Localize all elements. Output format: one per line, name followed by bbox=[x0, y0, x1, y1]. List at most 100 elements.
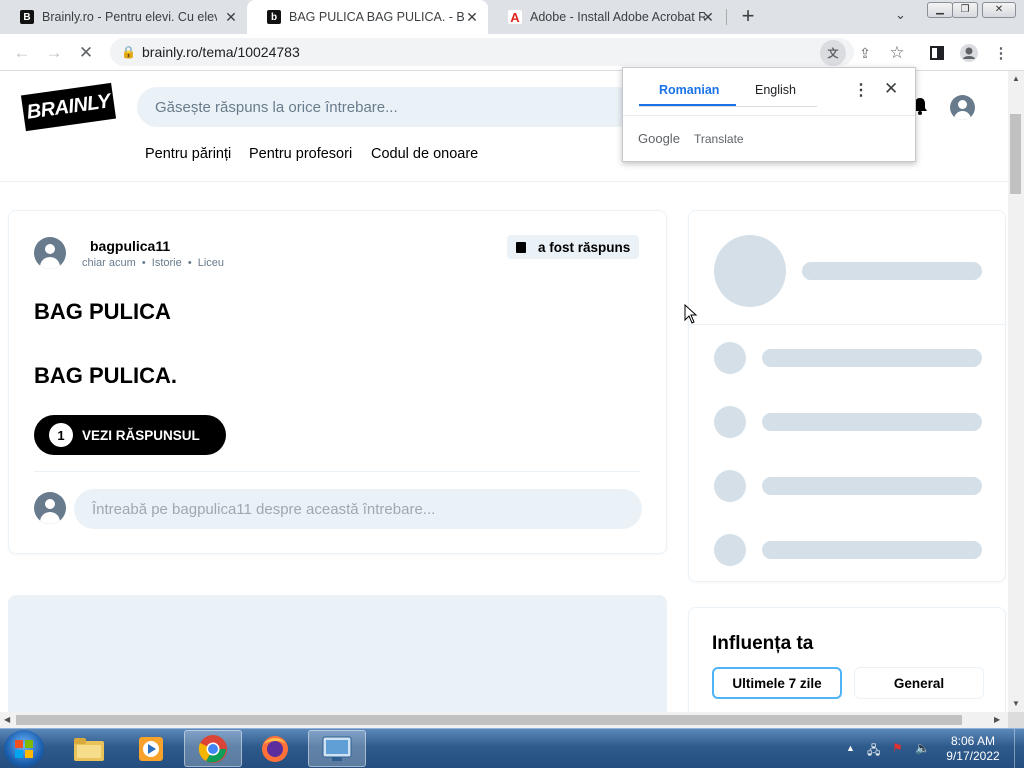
see-answer-label: VEZI RĂSPUNSUL bbox=[82, 427, 200, 443]
brainly-favicon-icon: b bbox=[267, 10, 281, 24]
horizontal-scroll-thumb[interactable] bbox=[16, 715, 962, 725]
new-tab-button[interactable]: + bbox=[737, 5, 759, 27]
adobe-favicon-icon: A bbox=[508, 10, 522, 25]
question-meta: chiar acum • Istorie • Liceu bbox=[82, 257, 225, 269]
tab-separator bbox=[726, 9, 727, 25]
skeleton-avatar bbox=[714, 470, 746, 502]
tab-underline bbox=[639, 106, 817, 107]
translate-label: Translate bbox=[694, 132, 744, 146]
windows-taskbar: ▲ 🖧 ⚑ 🔈 8:06 AM 9/17/2022 bbox=[0, 728, 1024, 769]
skeleton-line bbox=[762, 541, 982, 559]
author-avatar-icon[interactable] bbox=[34, 237, 66, 269]
header-divider bbox=[0, 181, 1008, 182]
bookmark-star-icon[interactable]: ☆ bbox=[884, 40, 910, 66]
clock-date: 9/17/2022 bbox=[946, 749, 1000, 763]
influence-card: Influența ta Ultimele 7 zile General bbox=[688, 607, 1006, 712]
sidebar-skeleton-card bbox=[688, 210, 1006, 582]
chrome-taskbar-icon[interactable] bbox=[184, 730, 242, 767]
file-explorer-icon[interactable] bbox=[60, 730, 118, 767]
influence-title: Influența ta bbox=[712, 633, 814, 654]
nav-teachers[interactable]: Pentru profesori bbox=[249, 146, 352, 162]
scroll-up-arrow-icon[interactable]: ▲ bbox=[1012, 74, 1020, 83]
show-desktop-button[interactable] bbox=[1014, 729, 1024, 769]
ask-author-input[interactable]: Întreabă pe bagpulica11 despre această î… bbox=[74, 489, 642, 529]
question-card: bagpulica11 chiar acum • Istorie • Liceu… bbox=[8, 210, 667, 554]
close-window-button[interactable]: ✕ bbox=[982, 2, 1016, 18]
side-panel-icon[interactable] bbox=[924, 40, 950, 66]
search-input[interactable]: Găsește răspuns la orice întrebare... bbox=[137, 87, 637, 127]
translate-icon[interactable]: 文 bbox=[820, 40, 846, 66]
url-text[interactable]: brainly.ro/tema/10024783 bbox=[142, 44, 300, 60]
tab-last-7-days[interactable]: Ultimele 7 zile bbox=[712, 667, 842, 699]
document-icon bbox=[516, 241, 526, 253]
skeleton-avatar bbox=[714, 235, 786, 307]
question-line: BAG PULICA. bbox=[34, 363, 177, 388]
tab-search-chevron-icon[interactable]: ⌄ bbox=[895, 7, 906, 23]
user-avatar-icon[interactable] bbox=[950, 95, 975, 120]
browser-toolbar: ← → ✕ 🔒 brainly.ro/tema/10024783 文 ⇪ ☆ ⋮ bbox=[0, 34, 1024, 71]
mouse-cursor-icon bbox=[684, 303, 698, 329]
divider bbox=[689, 324, 1005, 325]
answered-badge: a fost răspuns bbox=[507, 235, 640, 259]
volume-icon[interactable]: 🔈 bbox=[915, 741, 930, 755]
skeleton-avatar bbox=[714, 406, 746, 438]
profile-icon[interactable] bbox=[956, 40, 982, 66]
translate-popup: Romanian English ⋮ ✕ Google Translate bbox=[622, 67, 916, 162]
close-tab-icon[interactable]: ✕ bbox=[464, 9, 480, 25]
tab-title: Adobe - Install Adobe Acrobat Re bbox=[530, 10, 705, 24]
minimize-button[interactable]: ▁ bbox=[927, 2, 953, 18]
firefox-icon[interactable] bbox=[246, 730, 304, 767]
skeleton-line bbox=[762, 477, 982, 495]
remote-desktop-icon[interactable] bbox=[308, 730, 366, 767]
tray-expand-icon[interactable]: ▲ bbox=[846, 743, 855, 753]
ask-author-placeholder: Întreabă pe bagpulica11 despre această î… bbox=[92, 501, 436, 518]
back-icon[interactable]: ← bbox=[9, 40, 35, 66]
nav-parents[interactable]: Pentru părinți bbox=[145, 146, 231, 162]
forward-icon[interactable]: → bbox=[41, 40, 67, 66]
answer-loading-placeholder bbox=[8, 595, 667, 712]
media-player-icon[interactable] bbox=[122, 730, 180, 767]
scroll-left-arrow-icon[interactable]: ◀ bbox=[4, 715, 10, 724]
lock-icon[interactable]: 🔒 bbox=[121, 45, 136, 59]
address-bar[interactable]: 🔒 brainly.ro/tema/10024783 bbox=[110, 38, 854, 66]
skeleton-line bbox=[802, 262, 982, 280]
clock-time: 8:06 AM bbox=[950, 734, 996, 748]
page-content: BRAINLY Găsește răspuns la orice întreba… bbox=[0, 71, 1008, 712]
browser-tab-strip: B Brainly.ro - Pentru elevi. Cu elevi. ✕… bbox=[0, 0, 1024, 34]
restore-button[interactable]: ❐ bbox=[952, 2, 978, 18]
taskbar-clock[interactable]: 8:06 AM 9/17/2022 bbox=[938, 734, 1008, 764]
divider bbox=[34, 471, 640, 472]
vertical-scroll-thumb[interactable] bbox=[1010, 114, 1021, 194]
scroll-down-arrow-icon[interactable]: ▼ bbox=[1012, 699, 1020, 708]
search-placeholder: Găsește răspuns la orice întrebare... bbox=[155, 99, 398, 116]
skeleton-line bbox=[762, 413, 982, 431]
tab-brainly-home[interactable]: B Brainly.ro - Pentru elevi. Cu elevi. ✕ bbox=[0, 0, 247, 34]
skeleton-avatar bbox=[714, 342, 746, 374]
question-subject[interactable]: Istorie bbox=[152, 257, 182, 269]
share-icon[interactable]: ⇪ bbox=[852, 40, 878, 66]
scroll-right-arrow-icon[interactable]: ▶ bbox=[994, 715, 1000, 724]
brainly-logo[interactable]: BRAINLY bbox=[20, 82, 117, 132]
see-answer-button[interactable]: 1 VEZI RĂSPUNSUL bbox=[34, 415, 226, 455]
stop-loading-icon[interactable]: ✕ bbox=[73, 40, 99, 66]
nav-honor-code[interactable]: Codul de onoare bbox=[371, 146, 478, 162]
translate-tab-english[interactable]: English bbox=[755, 83, 796, 97]
translate-tab-romanian[interactable]: Romanian bbox=[659, 83, 719, 97]
tab-adobe[interactable]: A Adobe - Install Adobe Acrobat Re ✕ bbox=[488, 0, 724, 34]
close-tab-icon[interactable]: ✕ bbox=[223, 9, 239, 25]
answer-count-badge: 1 bbox=[49, 423, 73, 447]
tab-question[interactable]: b BAG PULICA BAG PULICA. - Brainly ✕ bbox=[247, 0, 488, 34]
network-icon[interactable]: 🖧 bbox=[867, 741, 880, 762]
skeleton-avatar bbox=[714, 534, 746, 566]
close-tab-icon[interactable]: ✕ bbox=[700, 9, 716, 25]
tab-general[interactable]: General bbox=[854, 667, 984, 699]
scroll-corner bbox=[1008, 712, 1024, 728]
close-icon[interactable]: ✕ bbox=[884, 79, 898, 99]
question-level: Liceu bbox=[197, 257, 225, 269]
chrome-menu-icon[interactable]: ⋮ bbox=[988, 40, 1014, 66]
author-username[interactable]: bagpulica11 bbox=[90, 238, 170, 254]
brainly-favicon-icon: B bbox=[20, 10, 34, 24]
translate-options-icon[interactable]: ⋮ bbox=[853, 80, 869, 100]
start-button[interactable] bbox=[4, 730, 44, 768]
action-center-flag-icon[interactable]: ⚑ bbox=[892, 741, 903, 755]
